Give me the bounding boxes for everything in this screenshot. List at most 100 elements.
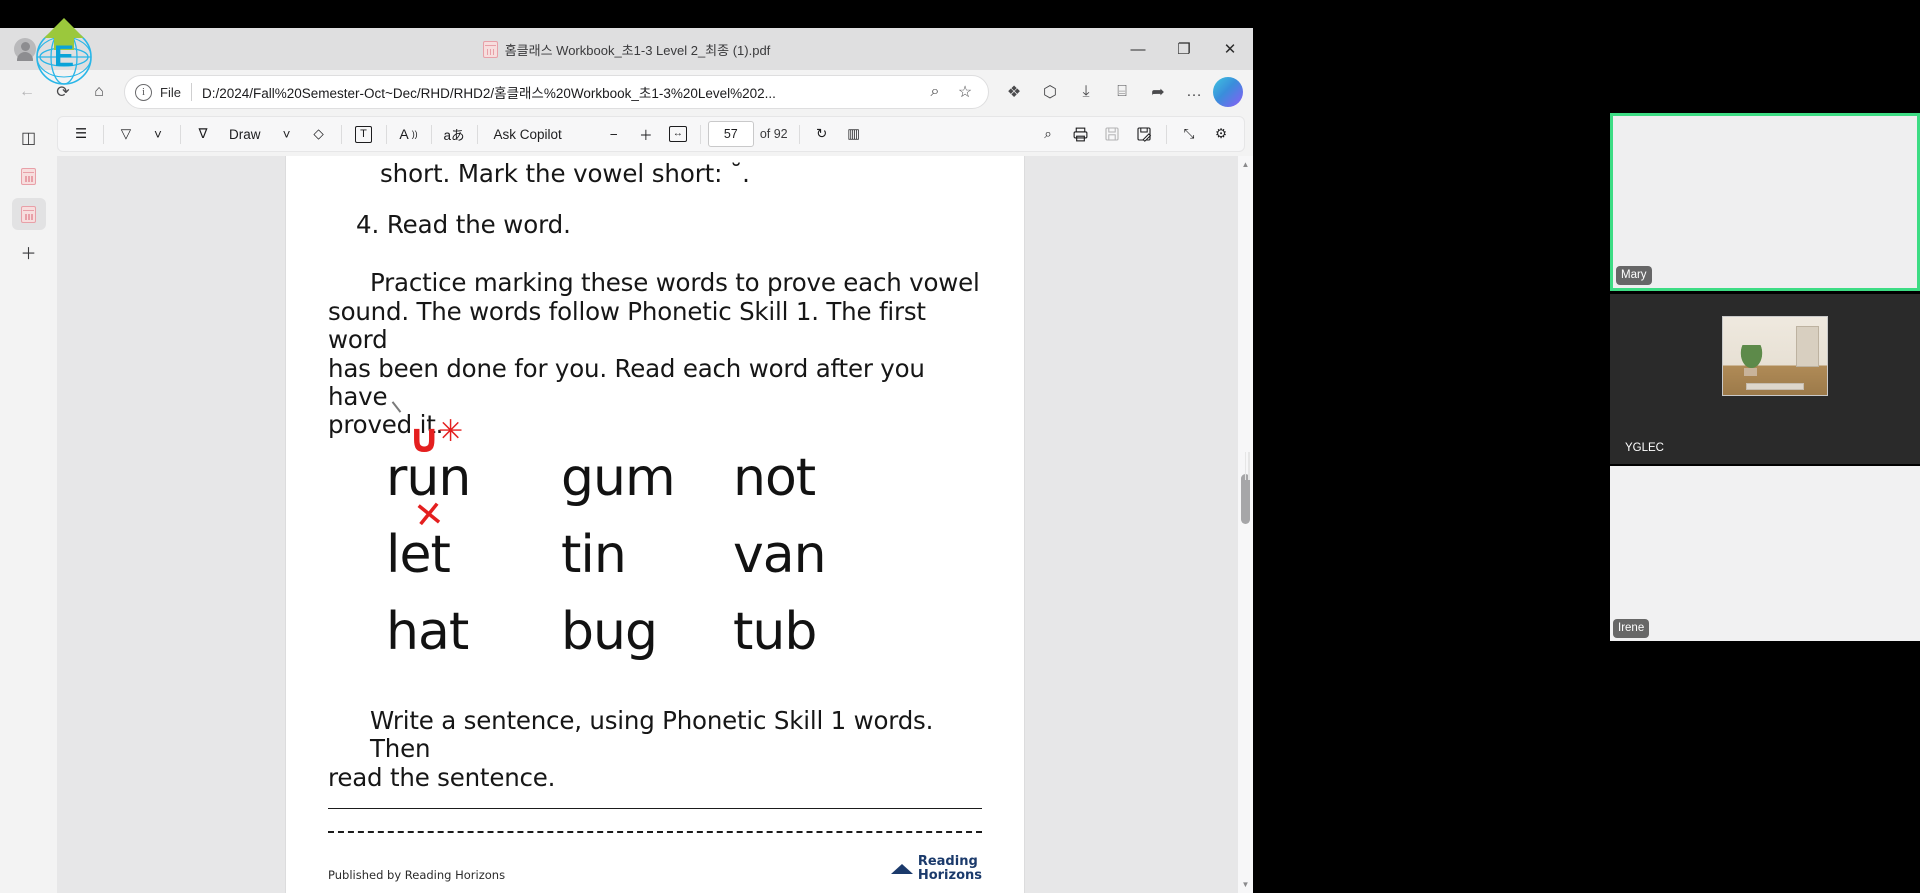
text-box-glyph: T (355, 125, 372, 143)
draw-dropdown-icon[interactable]: ˅ (272, 120, 302, 148)
extensions-icon[interactable]: ❖ (997, 75, 1031, 109)
participant-tile-irene[interactable]: Irene (1610, 466, 1920, 641)
eraser-icon[interactable]: ◇ (304, 120, 334, 148)
pdf-toolbar: ☰ ▽ ˅ ∇ Draw ˅ ◇ T A )) aあ Ask Copilot −… (57, 116, 1245, 152)
word-cell: hat (386, 601, 469, 662)
doc-line-top: short. Mark the vowel short: ˘. (380, 159, 750, 188)
translate-icon[interactable]: aあ (439, 120, 470, 148)
brand-line-2: Horizons (917, 867, 982, 883)
find-icon[interactable]: ⌕ (1033, 120, 1063, 148)
pdf-vertical-scrollbar[interactable]: ▲ ▼ (1238, 156, 1253, 893)
doc-paragraph-line-2: sound. The words follow Phonetic Skill 1… (328, 296, 926, 355)
share-icon[interactable]: ➦ (1141, 75, 1175, 109)
pdf-file-icon (482, 40, 498, 58)
favorite-star-icon[interactable]: ☆ (952, 79, 978, 105)
back-icon[interactable]: ← (10, 75, 44, 109)
settings-gear-icon[interactable]: ⚙ (1206, 120, 1236, 148)
thumbnail-plant-pot (1743, 368, 1758, 377)
participant-tile-mary[interactable]: Mary (1610, 113, 1920, 291)
panel-splitter-handle[interactable] (1244, 447, 1250, 485)
word-cell: run ∪ ✳ ✕ (386, 401, 561, 537)
thumbnail-door (1795, 326, 1819, 367)
refresh-icon[interactable]: ⟳ (46, 75, 80, 109)
window-titlebar: 홈클래스 Workbook_초1-3 Level 2_최종 (1).pdf — … (0, 28, 1253, 70)
reading-horizons-logo: Reading Horizons (890, 855, 982, 883)
save-glyph (1105, 127, 1119, 141)
fit-width-glyph: ↔ (668, 126, 687, 142)
doc-write-line-1: Write a sentence, using Phonetic Skill 1… (370, 705, 934, 764)
zoom-in-button[interactable]: ＋ (631, 120, 661, 148)
word-cell: tub (733, 601, 817, 662)
text-box-icon[interactable]: T (349, 120, 379, 148)
downloads-icon[interactable]: ⤓ (1069, 75, 1103, 109)
pdf-viewer-area: ◫ ＋ ☰ ▽ ˅ ∇ Draw ˅ ◇ T A)) aあ Ask Copil… (0, 114, 1253, 893)
page-number-input[interactable]: 57 (707, 121, 754, 147)
rotate-icon[interactable]: ↻ (807, 120, 837, 148)
word-cell: tin (561, 524, 627, 585)
screen-share-thumbnail (1722, 316, 1828, 396)
toolbar-divider (103, 124, 104, 144)
draw-label[interactable]: Draw (220, 120, 270, 148)
address-bar-actions: ⌕ ☆ (922, 79, 978, 105)
word-cell: bug (561, 601, 658, 662)
toolbar-divider (699, 124, 701, 144)
collections-icon[interactable]: ⬡ (1033, 75, 1067, 109)
ask-copilot-button[interactable]: Ask Copilot (485, 120, 571, 148)
home-icon[interactable]: ⌂ (82, 75, 116, 109)
new-tab-icon[interactable]: ＋ (12, 236, 46, 268)
search-icon[interactable]: ⌕ (922, 79, 948, 105)
print-icon[interactable] (1065, 120, 1095, 148)
table-of-contents-icon[interactable]: ☰ (66, 120, 96, 148)
word-cell: van (733, 524, 827, 585)
highlight-dropdown-icon[interactable]: ˅ (143, 120, 173, 148)
address-bar[interactable]: i File D:/2024/Fall%20Semester-Oct~Dec/R… (124, 75, 989, 109)
copilot-icon[interactable] (1213, 77, 1243, 107)
highlight-icon[interactable]: ▽ (111, 120, 141, 148)
fullscreen-icon[interactable]: ⤡ (1174, 120, 1204, 148)
doc-paragraph: Practice marking these words to prove ea… (328, 239, 982, 439)
read-aloud-glyph: A (399, 126, 409, 142)
address-divider (190, 83, 192, 101)
rail-tab-pdf-2[interactable] (11, 198, 46, 230)
pdf-tab-icon-1 (21, 167, 36, 185)
participant-name-label: YGLEC (1625, 442, 1664, 455)
practice-word-grid: run ∪ ✳ ✕ gum not let tin van hat bug tu… (328, 401, 982, 683)
scroll-up-arrow-icon[interactable]: ▲ (1238, 156, 1253, 173)
zoom-out-button[interactable]: − (599, 120, 629, 148)
maximize-button[interactable]: ❐ (1161, 28, 1207, 70)
participant-tile-yglec[interactable]: YGLEC (1610, 294, 1920, 464)
navigation-bar: ← ⟳ ⌂ i File D:/2024/Fall%20Semester-Oct… (0, 70, 1253, 114)
close-button[interactable]: ✕ (1207, 28, 1253, 70)
minimize-button[interactable]: — (1115, 28, 1161, 70)
toolbar-divider (180, 124, 181, 144)
writing-line-solid (328, 807, 982, 809)
pdf-tab-icon-2 (21, 205, 36, 223)
doc-write-line-2: read the sentence. (328, 762, 556, 792)
toolbar-divider (476, 124, 478, 144)
address-url-text: D:/2024/Fall%20Semester-Oct~Dec/RHD/RHD2… (201, 86, 776, 101)
doc-paragraph-line-1: Practice marking these words to prove ea… (370, 268, 980, 298)
rail-tab-pdf-1[interactable] (12, 160, 46, 192)
read-aloud-icon[interactable]: A )) (394, 120, 424, 148)
print-glyph (1073, 127, 1087, 141)
doc-paragraph-line-4: proved it. (328, 410, 444, 440)
save-as-icon[interactable] (1129, 120, 1159, 148)
more-options-icon[interactable]: … (1177, 75, 1211, 109)
toolbar-divider (798, 124, 800, 144)
screen: 홈클래스 Workbook_초1-3 Level 2_최종 (1).pdf — … (0, 0, 1920, 893)
toolbar-divider (385, 124, 387, 144)
scroll-down-arrow-icon[interactable]: ▼ (1238, 876, 1253, 893)
split-screen-icon[interactable]: ⌸ (1105, 75, 1139, 109)
fit-to-width-icon[interactable]: ↔ (663, 120, 693, 148)
page-total-label: of 92 (759, 127, 788, 141)
vertical-tabs-icon[interactable]: ◫ (12, 122, 46, 154)
annotated-word-run: run ∪ ✳ ✕ (386, 401, 471, 537)
draw-pen-icon[interactable]: ∇ (188, 120, 218, 148)
writing-line-dashed (328, 830, 982, 833)
splitter-line (1244, 452, 1246, 480)
site-info-icon[interactable]: i (135, 83, 152, 101)
pdf-main-column: ☰ ▽ ˅ ∇ Draw ˅ ◇ T A )) aあ Ask Copilot −… (57, 114, 1253, 893)
page-layout-icon[interactable]: ▥ (839, 120, 869, 148)
save-icon (1097, 120, 1127, 148)
file-scheme-label: File (160, 84, 181, 100)
